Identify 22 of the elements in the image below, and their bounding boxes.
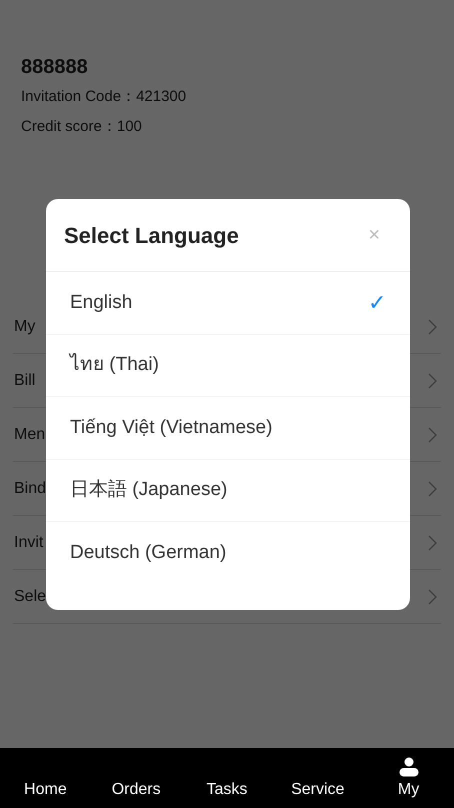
- language-option[interactable]: English ✓: [46, 272, 410, 334]
- chevron-right-icon: [428, 534, 437, 550]
- tab-item[interactable]: My: [368, 757, 449, 800]
- credit-score: Credit score：100: [21, 117, 143, 137]
- tab-item[interactable]: Tasks: [186, 780, 267, 800]
- check-icon: ✓: [368, 286, 386, 320]
- invitation-code: Invitation Code：421300: [21, 87, 188, 107]
- tab-item[interactable]: Orders: [96, 780, 176, 800]
- language-option[interactable]: ไทย (Thai): [46, 334, 410, 397]
- language-option[interactable]: Deutsch (German): [46, 522, 410, 584]
- chevron-right-icon: [428, 426, 437, 442]
- language-option[interactable]: Tiếng Việt (Vietnamese): [46, 397, 410, 460]
- tab-item[interactable]: Service: [278, 780, 358, 800]
- chevron-right-icon: [428, 318, 437, 334]
- chevron-right-icon: [428, 480, 437, 496]
- dialog-title: Select Language: [64, 222, 239, 250]
- language-option[interactable]: 日本語 (Japanese): [46, 460, 410, 522]
- tab-item[interactable]: Home: [5, 780, 86, 800]
- chevron-right-icon: [428, 372, 437, 388]
- user-icon: [398, 757, 419, 777]
- username: 888888: [21, 55, 89, 80]
- chevron-right-icon: [428, 588, 437, 604]
